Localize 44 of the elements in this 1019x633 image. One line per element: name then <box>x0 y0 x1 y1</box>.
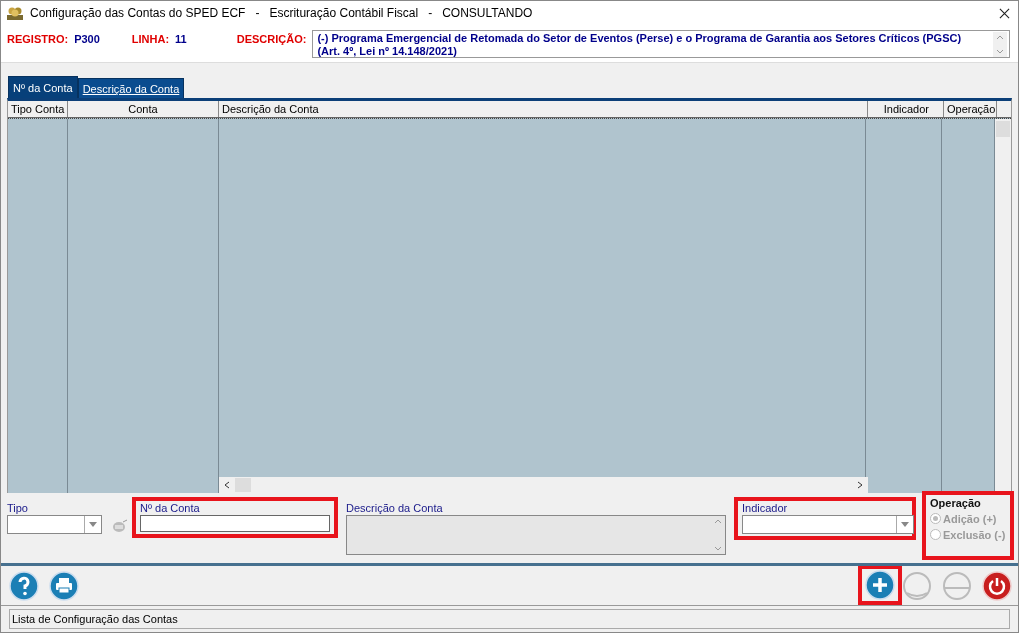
dropdown-arrow-icon[interactable] <box>901 521 909 527</box>
linha-label: LINHA: <box>131 32 170 45</box>
group-title: Operação <box>930 496 982 509</box>
chevron-up-icon[interactable] <box>996 34 1004 40</box>
scrollbar[interactable] <box>995 119 1011 493</box>
radio-button[interactable] <box>930 529 941 541</box>
scrollbar[interactable] <box>993 31 1007 57</box>
tab[interactable]: Nº da Conta <box>8 76 78 99</box>
field-label: Tipo <box>7 500 29 515</box>
dropdown-arrow-icon[interactable] <box>89 521 97 527</box>
column-header[interactable]: Tipo Conta <box>8 101 68 118</box>
print-button[interactable] <box>49 570 79 601</box>
column-header[interactable]: Indicador <box>868 101 944 118</box>
scroll-thumb[interactable] <box>996 121 1010 138</box>
description-text: (-) Programa Emergencial de Retomada do Setor de Eventos (Perse) e o Programa de Garantia aos Setores Críticos (PGSC) (Art. 4º, Lei nº 14.148/2021) <box>317 31 963 57</box>
tipo-dropdown[interactable] <box>7 514 102 534</box>
field-label: Nº da Conta <box>140 500 201 515</box>
field-label: Indicador <box>742 500 789 515</box>
column-header[interactable]: Descrição da Conta <box>219 101 868 118</box>
help-button[interactable] <box>9 570 39 601</box>
status-text: Lista de Configuração das Contas <box>11 613 178 626</box>
horizontal-scrollbar[interactable] <box>219 476 868 493</box>
lookup-icon[interactable] <box>112 518 128 533</box>
chevron-down-icon[interactable] <box>996 48 1004 54</box>
indicador-dropdown[interactable] <box>742 514 914 534</box>
column-header[interactable]: Operação <box>944 101 997 118</box>
field-label: Descrição da Conta <box>346 500 444 515</box>
registro-value: P300 <box>74 32 100 45</box>
radio-button[interactable] <box>930 513 941 525</box>
descricao-label: DESCRIÇÃO: <box>236 32 307 45</box>
power-button[interactable] <box>982 570 1012 601</box>
window-title: Configuração das Contas do SPED ECF - Escrituração Contábil Fiscal - CONSULTANDO <box>30 6 534 21</box>
chevron-down-icon[interactable] <box>714 545 722 551</box>
conta-input-field[interactable] <box>140 514 330 532</box>
column-header[interactable]: Conta <box>68 101 219 118</box>
scroll-thumb[interactable] <box>235 477 251 492</box>
add-button[interactable] <box>865 569 895 600</box>
tab[interactable]: Descrição da Conta <box>77 78 185 99</box>
chevron-up-icon[interactable] <box>714 518 722 524</box>
users-icon <box>6 5 24 22</box>
registro-label: REGISTRO: <box>7 32 69 45</box>
close-icon[interactable] <box>999 7 1010 19</box>
description-field[interactable] <box>346 514 726 555</box>
linha-value: 11 <box>175 32 187 45</box>
